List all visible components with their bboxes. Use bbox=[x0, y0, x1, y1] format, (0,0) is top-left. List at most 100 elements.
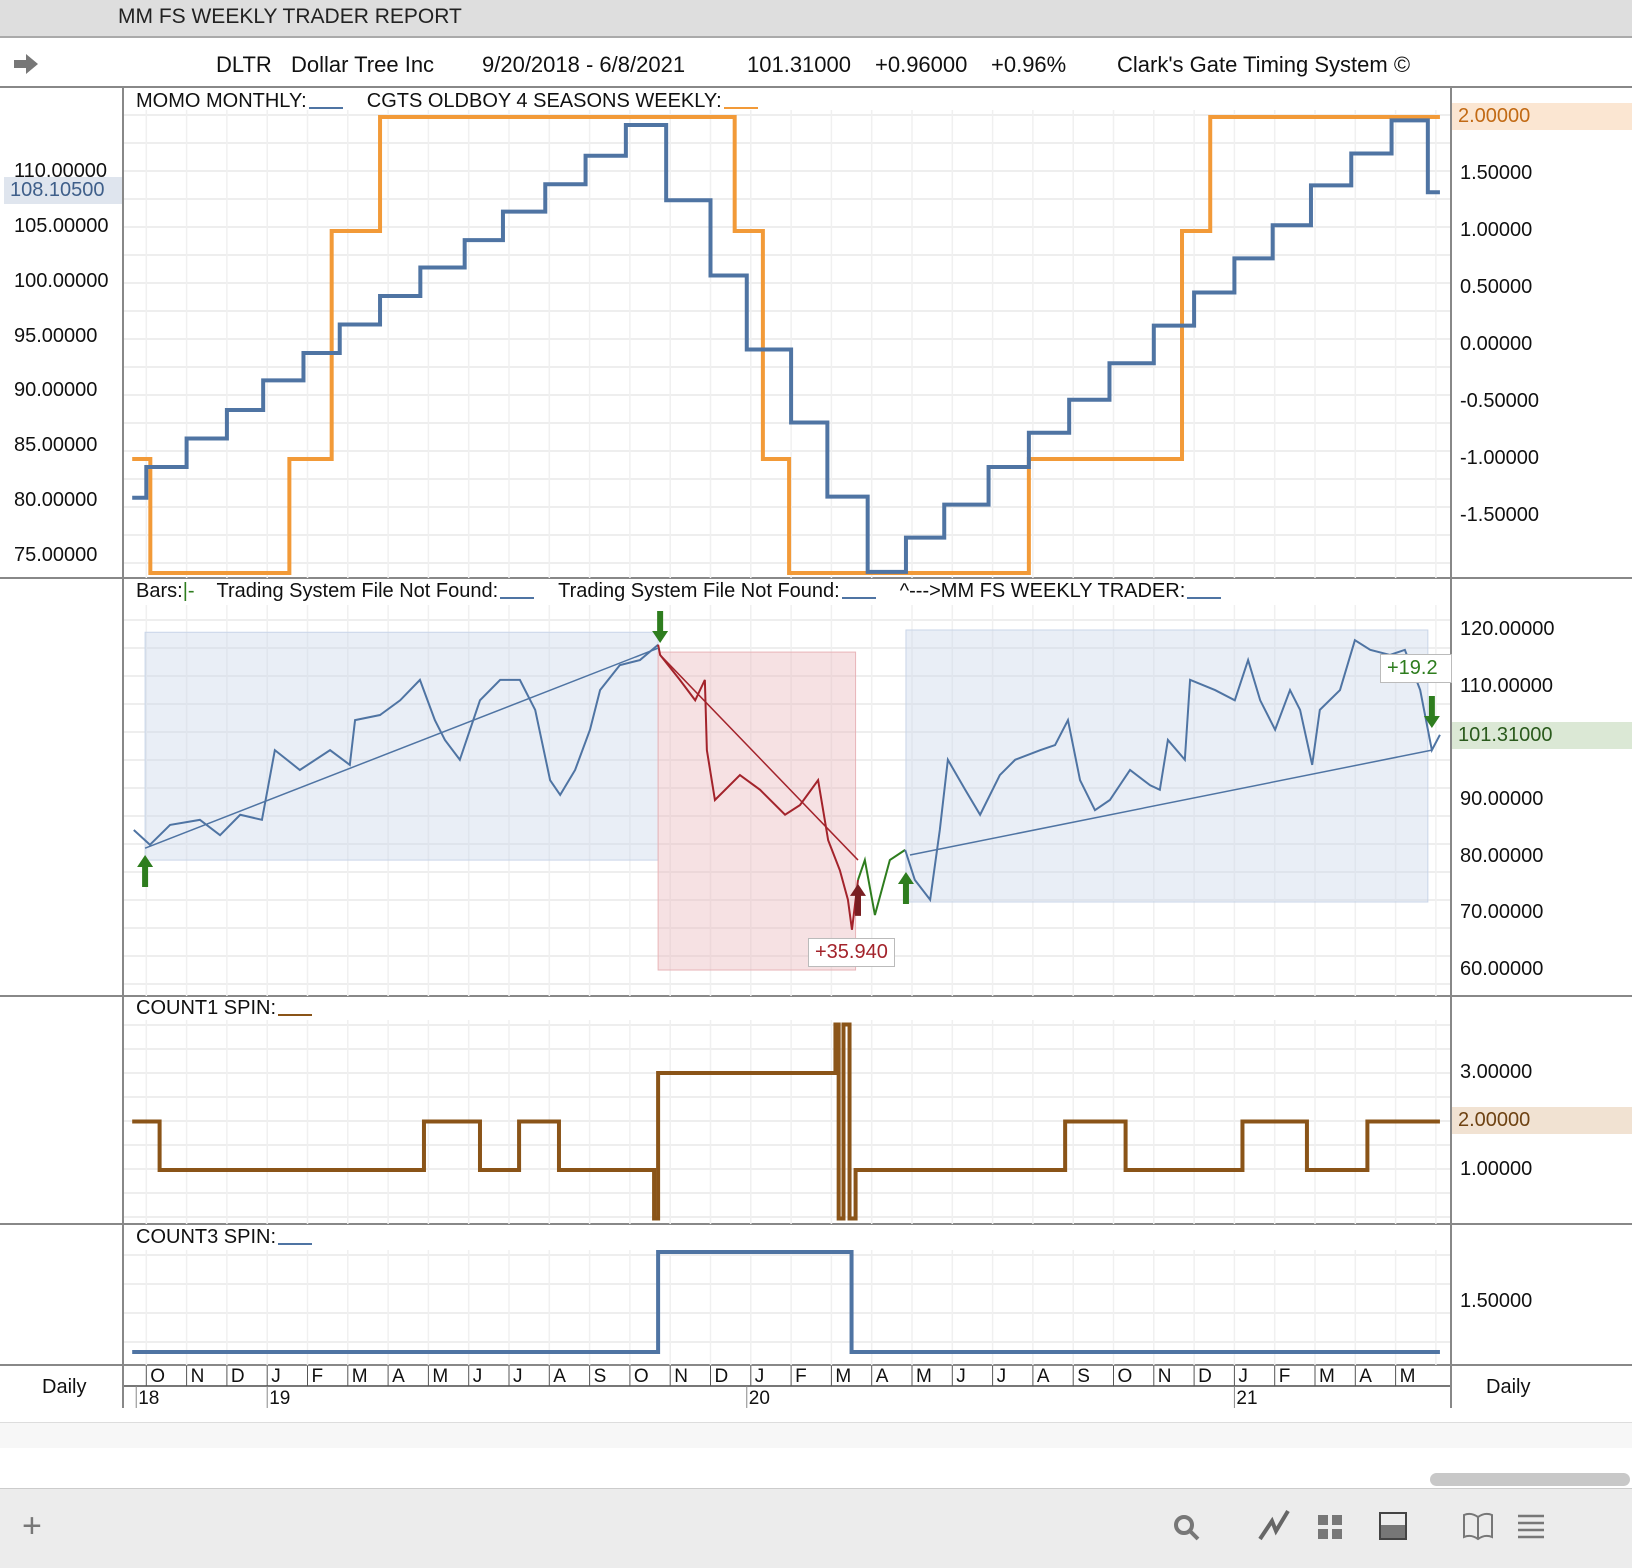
month-label: J bbox=[1238, 1366, 1248, 1387]
search-icon[interactable] bbox=[1172, 1513, 1202, 1543]
month-label: A bbox=[392, 1366, 405, 1387]
legend-swatch bbox=[723, 107, 758, 109]
month-label: J bbox=[956, 1366, 966, 1387]
left-crosshair-value: 108.10500 bbox=[4, 177, 122, 204]
month-label: J bbox=[513, 1366, 523, 1387]
month-label: F bbox=[311, 1366, 324, 1387]
legend-count3: COUNT3 SPIN: bbox=[136, 1226, 277, 1248]
month-label: M bbox=[432, 1366, 449, 1387]
legend-weekly-trader: ^--->MM FS WEEKLY TRADER: bbox=[899, 580, 1186, 602]
month-label: M bbox=[916, 1366, 932, 1387]
month-label: A bbox=[1359, 1366, 1372, 1387]
year-label: 19 bbox=[269, 1388, 291, 1409]
month-label: A bbox=[875, 1366, 889, 1387]
legend-swatch bbox=[500, 597, 535, 599]
price-axis-tick: 60.00000 bbox=[1460, 958, 1544, 981]
month-label: N bbox=[674, 1366, 688, 1387]
month-label: F bbox=[1278, 1366, 1291, 1387]
legend-swatch bbox=[278, 1243, 313, 1245]
price-bars-green bbox=[857, 849, 906, 916]
count3-line bbox=[132, 1250, 1440, 1354]
book-icon[interactable] bbox=[1462, 1511, 1494, 1541]
month-label: J bbox=[996, 1366, 1007, 1387]
legend-swatch bbox=[1187, 597, 1222, 599]
horizontal-scrollbar[interactable] bbox=[0, 1422, 1632, 1448]
chart-line-icon[interactable] bbox=[1258, 1507, 1290, 1543]
panel3-legend: COUNT1 SPIN: bbox=[136, 997, 313, 1020]
timeframe-left[interactable]: Daily bbox=[42, 1376, 86, 1399]
month-label: O bbox=[150, 1366, 166, 1387]
month-label: J bbox=[472, 1366, 483, 1387]
chart-canvas[interactable] bbox=[0, 0, 1632, 1568]
month-label: D bbox=[714, 1366, 729, 1387]
cgts-line bbox=[132, 115, 1440, 575]
month-label: M bbox=[835, 1366, 852, 1387]
month-label: N bbox=[1157, 1366, 1172, 1387]
left-axis-tick: 75.00000 bbox=[14, 544, 98, 566]
panel2-legend: Bars:|- Trading System File Not Found: Tra… bbox=[136, 580, 1222, 603]
month-label: M bbox=[351, 1366, 368, 1387]
month-label: J bbox=[271, 1366, 281, 1387]
price-axis-tick: 80.00000 bbox=[1460, 844, 1544, 867]
left-axis-tick: 105.00000 bbox=[14, 214, 109, 237]
right-axis-tick: 1.00000 bbox=[1460, 219, 1533, 241]
month-label: M bbox=[1399, 1366, 1416, 1387]
month-label: N bbox=[190, 1366, 205, 1387]
count1-axis-tick: 3.00000 bbox=[1460, 1061, 1533, 1083]
month-label: S bbox=[593, 1366, 607, 1387]
left-axis-tick: 100.00000 bbox=[14, 269, 109, 292]
right-axis-tick: 0.00000 bbox=[1460, 333, 1533, 355]
momo-current-value: 2.00000 bbox=[1452, 103, 1632, 130]
year-label: 18 bbox=[138, 1388, 160, 1409]
left-axis-tick: 80.00000 bbox=[14, 489, 98, 512]
left-axis-tick: 85.00000 bbox=[14, 434, 98, 457]
legend-system1: Trading System File Not Found: bbox=[216, 580, 499, 602]
count1-current-value: 2.00000 bbox=[1452, 1107, 1632, 1134]
month-label: S bbox=[1077, 1366, 1090, 1387]
price-axis-tick: 70.00000 bbox=[1460, 901, 1544, 924]
right-axis-tick: 0.50000 bbox=[1460, 276, 1533, 298]
trade-box bbox=[657, 651, 857, 971]
month-label: D bbox=[230, 1366, 245, 1387]
left-axis-tick: 95.00000 bbox=[14, 324, 98, 347]
price-axis-tick: 110.00000 bbox=[1460, 674, 1554, 697]
legend-system2: Trading System File Not Found: bbox=[558, 580, 840, 602]
legend-bars: Bars: bbox=[136, 580, 183, 602]
month-label: M bbox=[1319, 1366, 1335, 1387]
panel1-legend: MOMO MONTHLY: CGTS OLDBOY 4 SEASONS WEEKL… bbox=[136, 90, 758, 113]
trade-box bbox=[144, 631, 659, 861]
scrollbar-thumb[interactable] bbox=[1430, 1473, 1630, 1486]
menu-icon[interactable] bbox=[1516, 1513, 1546, 1539]
add-icon[interactable]: + bbox=[22, 1507, 42, 1546]
left-axis-tick: 90.00000 bbox=[14, 379, 98, 402]
bottom-toolbar: + bbox=[0, 1488, 1632, 1568]
month-label: A bbox=[1036, 1366, 1050, 1387]
trade-profit-label: +19.2 bbox=[1380, 654, 1452, 683]
month-label: J bbox=[754, 1366, 765, 1387]
momo-line bbox=[132, 118, 1440, 574]
month-label: F bbox=[795, 1366, 807, 1387]
year-label: 21 bbox=[1236, 1388, 1258, 1409]
month-label: O bbox=[633, 1366, 649, 1387]
price-axis-tick: 120.00000 bbox=[1460, 618, 1555, 640]
trade-profit-label: +35.940 bbox=[808, 938, 895, 967]
right-axis-tick: -1.50000 bbox=[1460, 504, 1539, 526]
month-label: D bbox=[1198, 1366, 1212, 1387]
month-label: O bbox=[1117, 1366, 1133, 1387]
panel-icon[interactable] bbox=[1378, 1511, 1408, 1541]
legend-cgts: CGTS OLDBOY 4 SEASONS WEEKLY: bbox=[366, 90, 722, 112]
count1-axis-tick: 1.00000 bbox=[1460, 1158, 1533, 1180]
legend-swatch bbox=[308, 107, 343, 109]
legend-swatch bbox=[841, 597, 876, 599]
year-label: 20 bbox=[748, 1388, 770, 1409]
panel4-legend: COUNT3 SPIN: bbox=[136, 1226, 313, 1249]
grid-icon[interactable] bbox=[1316, 1513, 1344, 1541]
right-axis-tick: -0.50000 bbox=[1460, 390, 1539, 412]
count3-axis-tick: 1.50000 bbox=[1460, 1290, 1533, 1312]
legend-count1: COUNT1 SPIN: bbox=[136, 997, 277, 1019]
legend-swatch bbox=[278, 1014, 313, 1016]
timeframe-right[interactable]: Daily bbox=[1486, 1376, 1530, 1399]
price-axis-tick: 90.00000 bbox=[1460, 788, 1544, 810]
price-current-value: 101.31000 bbox=[1452, 722, 1632, 749]
right-axis-tick: -1.00000 bbox=[1460, 447, 1539, 469]
